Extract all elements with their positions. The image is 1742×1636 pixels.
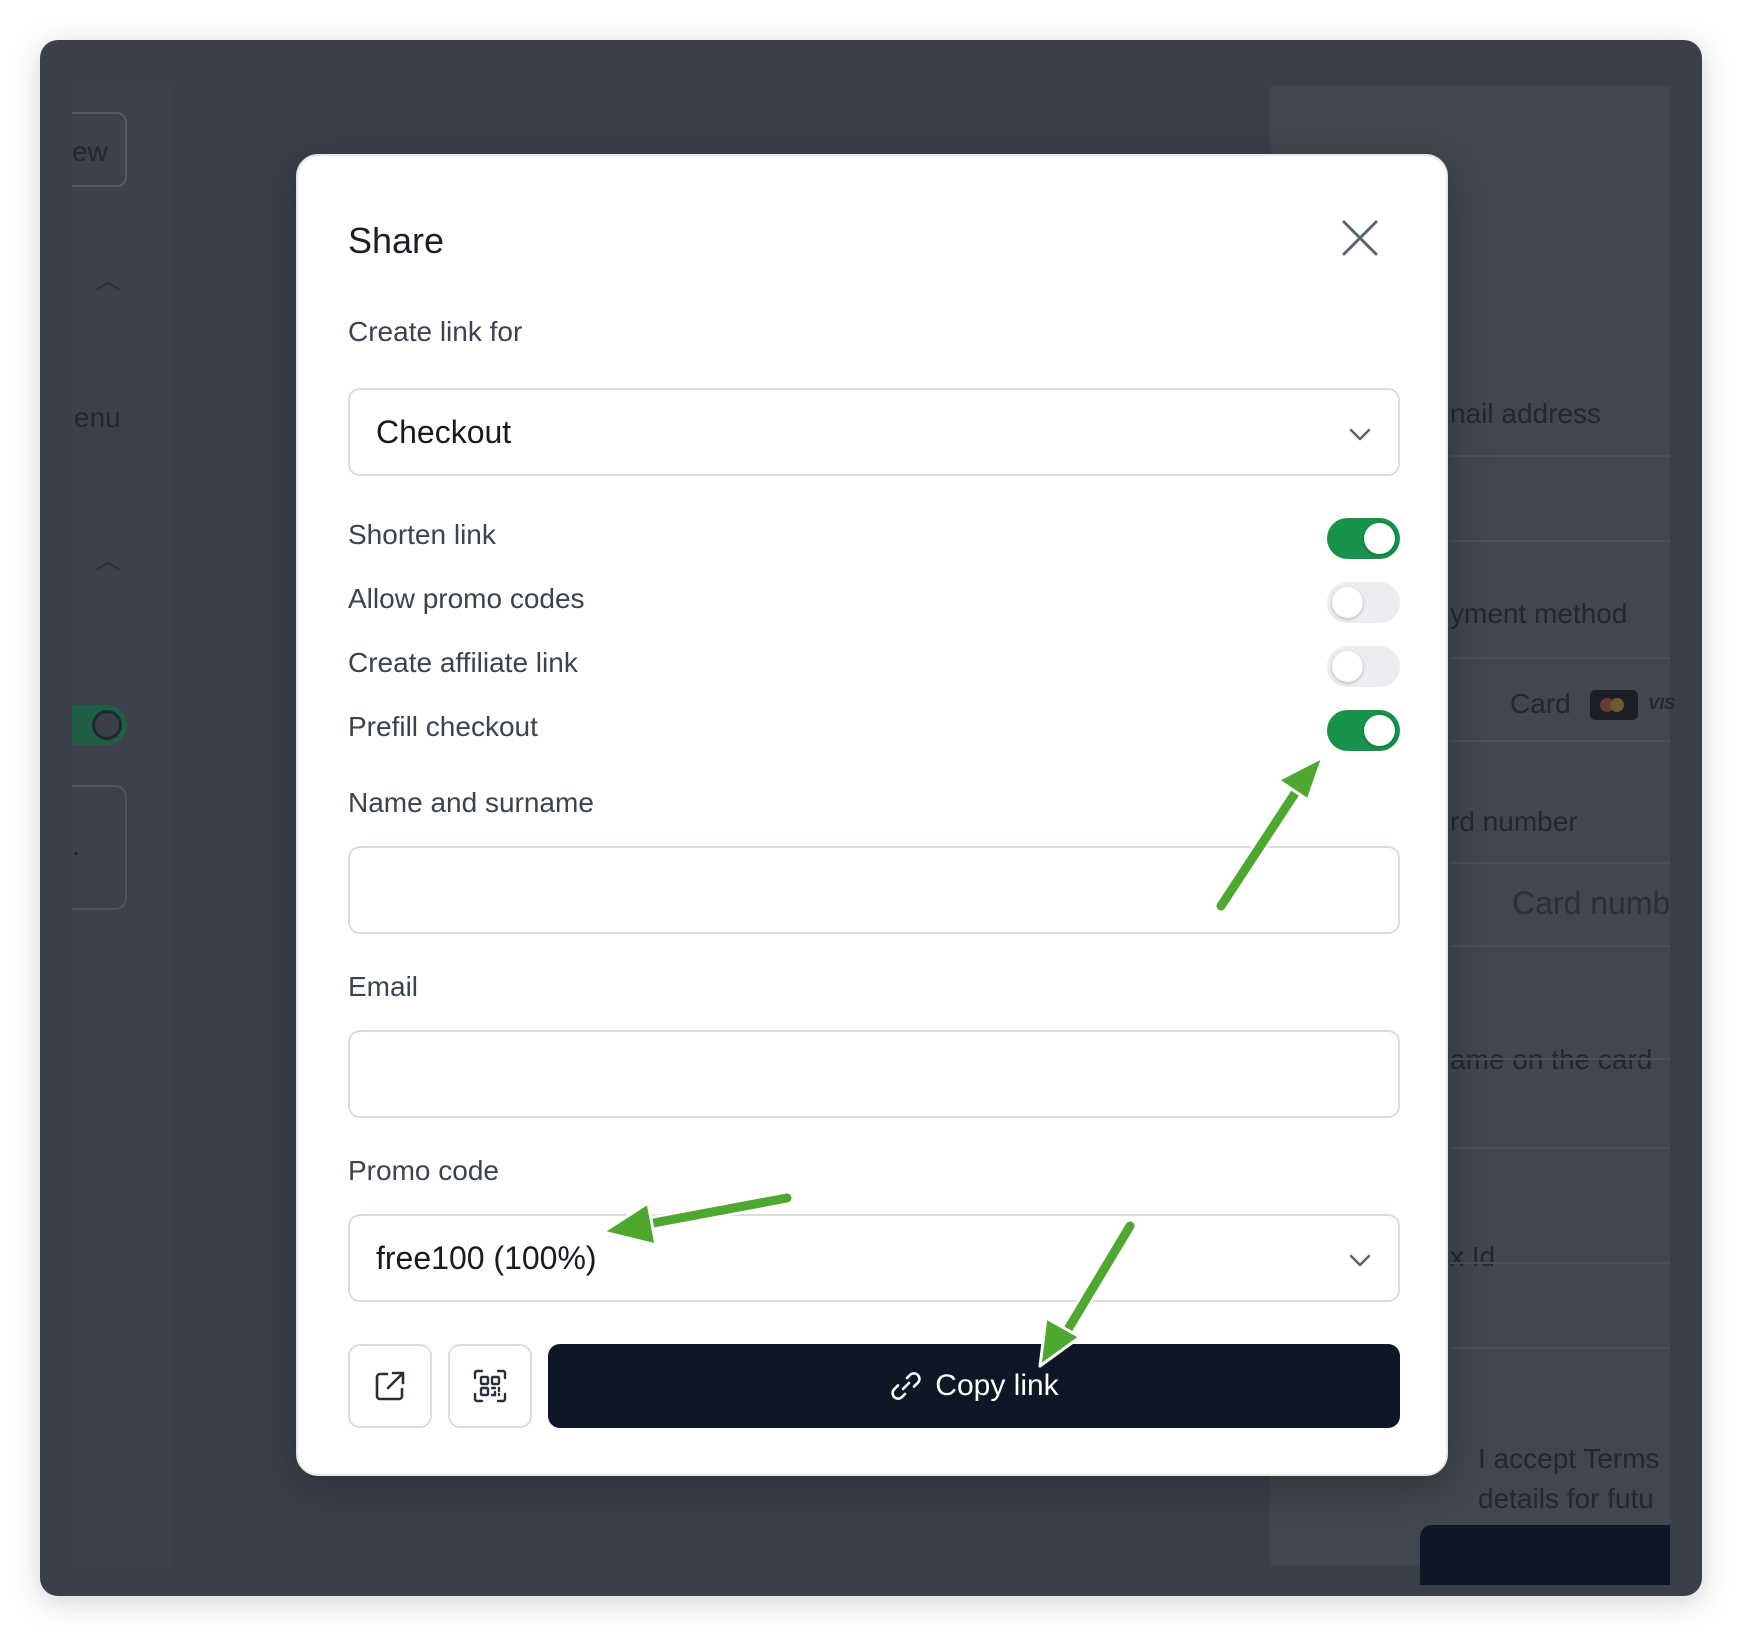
qr-code-icon	[473, 1369, 507, 1403]
background-box	[72, 785, 127, 910]
shorten-link-toggle[interactable]	[1327, 518, 1400, 559]
background-divider	[1450, 1058, 1670, 1060]
chevron-down-icon	[1349, 1254, 1371, 1267]
create-link-for-label: Create link for	[348, 316, 523, 347]
background-chevron-up-icon-2: ︿	[95, 545, 122, 575]
dialog-title: Share	[348, 220, 445, 261]
external-link-icon	[375, 1371, 405, 1401]
background-chevron-up-icon: ︿	[95, 265, 122, 295]
create-link-for-select[interactable]: Checkout	[348, 388, 1400, 476]
name-surname-label: Name and surname	[348, 787, 594, 818]
create-affiliate-link-toggle[interactable]	[1327, 646, 1400, 687]
background-card-label: Card	[1510, 688, 1571, 719]
prefill-checkout-label: Prefill checkout	[348, 711, 538, 742]
name-surname-input[interactable]	[350, 848, 1398, 932]
share-dialog: Share Create link for Checkout Shorten l…	[296, 154, 1448, 1476]
email-label: Email	[348, 971, 419, 1002]
promo-code-label: Promo code	[348, 1155, 499, 1186]
create-link-for-value: Checkout	[376, 414, 512, 450]
background-divider	[1450, 740, 1670, 742]
chevron-down-icon	[1349, 428, 1371, 441]
toggle-knob	[1364, 523, 1395, 554]
shorten-link-label: Shorten link	[348, 519, 496, 550]
background-card-number-label: rd number	[1450, 806, 1578, 837]
copy-link-button[interactable]: Copy link	[548, 1344, 1400, 1428]
open-link-button[interactable]	[348, 1344, 432, 1428]
background-divider	[1450, 1347, 1670, 1349]
close-icon[interactable]	[1338, 216, 1382, 260]
link-icon	[891, 1372, 921, 1400]
email-field[interactable]	[348, 1030, 1400, 1118]
promo-code-value: free100 (100%)	[376, 1240, 597, 1276]
prefill-checkout-toggle[interactable]	[1327, 710, 1400, 751]
background-button-label: ew	[72, 136, 108, 167]
toggle-knob	[1332, 651, 1363, 682]
background-primary-button	[1420, 1525, 1670, 1585]
qr-code-button[interactable]	[448, 1344, 532, 1428]
promo-code-select[interactable]: free100 (100%)	[348, 1214, 1400, 1302]
background-email-label: nail address	[1450, 398, 1601, 429]
background-card-number-placeholder: Card numb	[1512, 885, 1671, 921]
background-tax-id-label: x Id	[1450, 1241, 1496, 1272]
toggle-knob	[1332, 587, 1363, 618]
background-name-on-card-label: ame on the card	[1450, 1044, 1653, 1075]
background-divider	[1450, 1147, 1670, 1149]
background-terms-line-1: I accept Terms	[1478, 1443, 1660, 1474]
background-mastercard-icon	[1590, 690, 1638, 720]
create-affiliate-link-label: Create affiliate link	[348, 647, 578, 678]
background-terms-line-2: details for futu	[1478, 1483, 1654, 1514]
background-divider	[1450, 862, 1670, 864]
background-divider	[1450, 540, 1670, 542]
background-divider	[1450, 657, 1670, 659]
background-card-brand: VIS	[1648, 694, 1676, 713]
background-dot: .	[72, 830, 80, 861]
background-menu-label: enu	[74, 402, 121, 433]
background-payment-label: yment method	[1450, 598, 1628, 629]
background-toggle-knob	[92, 710, 122, 740]
copy-link-label: Copy link	[935, 1369, 1059, 1402]
background-divider	[1450, 945, 1670, 947]
name-surname-field[interactable]	[348, 846, 1400, 934]
allow-promo-codes-toggle[interactable]	[1327, 582, 1400, 623]
email-input[interactable]	[350, 1032, 1398, 1116]
background-divider	[1450, 1262, 1670, 1264]
background-divider	[1450, 455, 1670, 457]
toggle-knob	[1364, 715, 1395, 746]
allow-promo-codes-label: Allow promo codes	[348, 583, 585, 614]
